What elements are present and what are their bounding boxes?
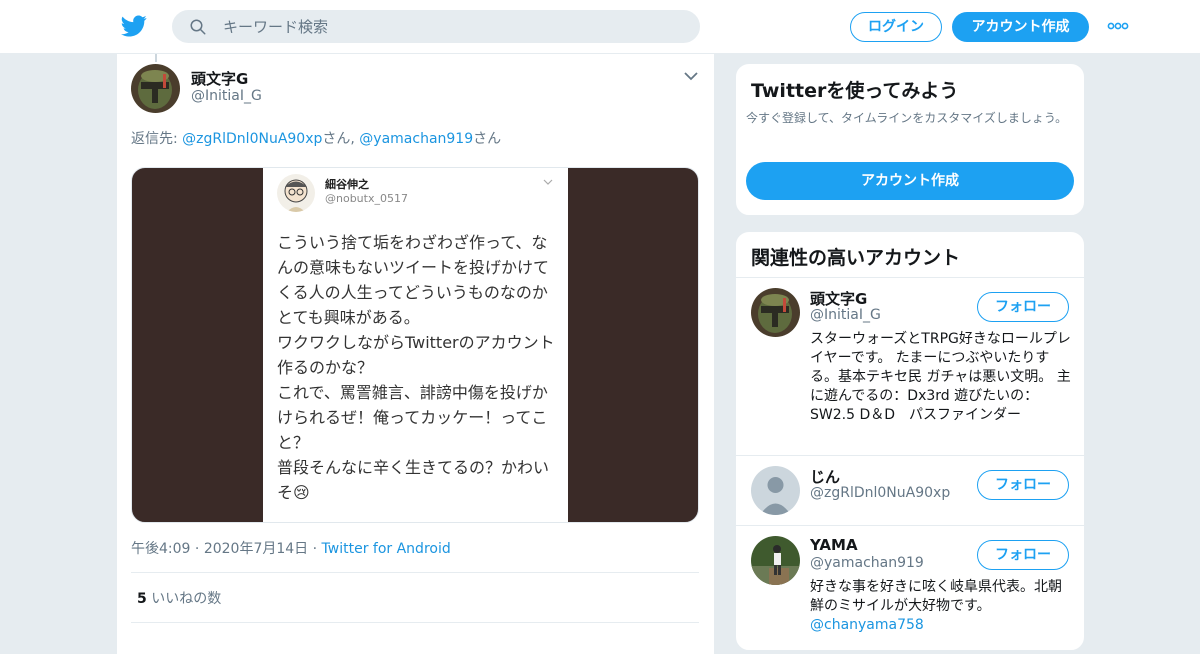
reply-mention-link[interactable]: @zgRlDnl0NuA90xp — [182, 131, 322, 147]
tweet-timestamp-line: 午後4:09 · 2020年7月14日 · Twitter for Androi… — [131, 541, 451, 557]
related-account-item[interactable]: 頭文字G @InitiaI_G フォロー スターウォーズとTRPG好きなロールプ… — [736, 278, 1084, 456]
tweet-detail: 頭文字G @InitiaI_G 返信先: @zgRlDnl0NuA90xpさん,… — [116, 54, 715, 654]
screenshot-tweet-card: 細谷伸之 @nobutx_0517 こういう捨て垢をわざわざ作って、なんの意味も… — [263, 168, 568, 522]
default-avatar-icon[interactable] — [751, 466, 800, 515]
screenshot-author-handle: @nobutx_0517 — [325, 192, 408, 205]
try-title: Twitterを使ってみよう — [751, 80, 959, 102]
reply-honorific: さん — [322, 131, 351, 147]
tweet-source-link[interactable]: Twitter for Android — [322, 541, 451, 557]
account-name[interactable]: YAMA — [810, 536, 858, 554]
avatar[interactable] — [751, 536, 800, 585]
author-name[interactable]: 頭文字G — [191, 68, 248, 89]
account-bio-text: 好きな事を好きに呟く岐阜県代表。北朝鮮のミサイルが大好物です。 — [810, 579, 1062, 614]
signup-button[interactable]: アカウント作成 — [952, 12, 1089, 42]
reply-honorific: さん — [473, 131, 502, 147]
account-handle[interactable]: @yamachan919 — [810, 555, 924, 571]
account-name[interactable]: 頭文字G — [810, 288, 867, 309]
try-description: 今すぐ登録して、タイムラインをカスタマイズしましょう。 — [746, 111, 1068, 125]
divider — [131, 572, 699, 573]
follow-button[interactable]: フォロー — [977, 292, 1069, 322]
author-handle[interactable]: @InitiaI_G — [191, 88, 262, 104]
avatar[interactable] — [751, 288, 800, 337]
related-account-item[interactable]: YAMA @yamachan919 フォロー 好きな事を好きに呟く岐阜県代表。北… — [736, 526, 1084, 650]
account-handle[interactable]: @InitiaI_G — [810, 307, 881, 323]
reply-to-line: 返信先: @zgRlDnl0NuA90xpさん, @yamachan919さん — [131, 128, 501, 148]
screenshot-author-name: 細谷伸之 — [325, 178, 369, 191]
login-button[interactable]: ログイン — [850, 12, 942, 42]
likes-stat[interactable]: 5 いいねの数 — [137, 588, 221, 608]
top-nav-bar: ログイン アカウント作成 — [0, 0, 1200, 54]
account-name[interactable]: じん — [810, 466, 840, 487]
screenshot-tweet-text: こういう捨て垢をわざわざ作って、なんの意味もないツイートを投げかけてくる人の人生… — [277, 233, 555, 502]
related-title: 関連性の高いアカウント — [751, 247, 961, 269]
reply-separator: , — [350, 131, 360, 147]
search-icon — [190, 19, 206, 35]
bio-mention-link[interactable]: @chanyama758 — [810, 617, 924, 633]
tweet-image[interactable]: 細谷伸之 @nobutx_0517 こういう捨て垢をわざわざ作って、なんの意味も… — [131, 167, 699, 523]
tweet-date[interactable]: 2020年7月14日 — [204, 541, 308, 557]
search-input[interactable] — [223, 11, 683, 42]
likes-count: 5 — [137, 591, 147, 607]
avatar — [277, 174, 315, 212]
account-bio: スターウォーズとTRPG好きなロールプレイヤーです。 たまーにつぶやいたりする。… — [810, 331, 1071, 423]
try-twitter-card: Twitterを使ってみよう 今すぐ登録して、タイムラインをカスタマイズしましょ… — [735, 63, 1085, 216]
follow-button[interactable]: フォロー — [977, 470, 1069, 500]
likes-label: いいねの数 — [151, 591, 222, 607]
account-handle[interactable]: @zgRlDnl0NuA90xp — [810, 485, 950, 501]
signup-card-button[interactable]: アカウント作成 — [746, 162, 1074, 200]
follow-button[interactable]: フォロー — [977, 540, 1069, 570]
tweet-time[interactable]: 午後4:09 — [131, 541, 190, 557]
twitter-bird-icon[interactable] — [120, 13, 148, 39]
account-bio: 好きな事を好きに呟く岐阜県代表。北朝鮮のミサイルが大好物です。 @chanyam… — [810, 578, 1072, 635]
divider — [131, 622, 699, 623]
thread-line — [155, 54, 157, 62]
avatar[interactable] — [131, 64, 180, 113]
reply-mention-link[interactable]: @yamachan919 — [359, 131, 473, 147]
related-account-item[interactable]: じん @zgRlDnl0NuA90xp フォロー — [736, 456, 1084, 526]
search-bar — [172, 10, 700, 43]
reply-prefix: 返信先: — [131, 131, 183, 147]
related-accounts-card: 関連性の高いアカウント 頭文字G @InitiaI_G フォロー スターウォーズ… — [735, 231, 1085, 651]
more-dots-icon[interactable] — [1107, 20, 1129, 32]
chevron-down-icon[interactable] — [683, 70, 699, 82]
chevron-down-icon — [543, 179, 553, 185]
